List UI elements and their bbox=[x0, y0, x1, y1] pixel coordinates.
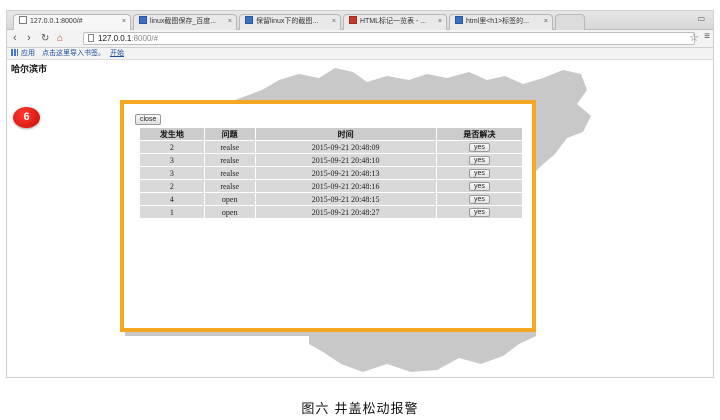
tab-title: HTML标记一览表 - ... bbox=[360, 18, 427, 25]
apps-icon bbox=[11, 49, 18, 56]
page-title: 哈尔滨市 bbox=[11, 64, 48, 74]
baidu-icon bbox=[139, 16, 147, 24]
url-input[interactable]: 127.0.0.1:8000/# bbox=[83, 32, 695, 45]
bookmark-star-icon[interactable]: ☆ bbox=[689, 31, 699, 44]
tab-csdn[interactable]: HTML标记一览表 - ... × bbox=[343, 14, 447, 30]
resolve-yes-button[interactable]: yes bbox=[468, 194, 490, 204]
tab-title: 127.0.0.1:8000/# bbox=[30, 18, 83, 25]
tab-title: linux截图保存_百度... bbox=[150, 18, 217, 25]
resolve-yes-button[interactable]: yes bbox=[468, 207, 490, 217]
resolved-cell: yes bbox=[436, 206, 522, 218]
tab-baidu-1[interactable]: linux截图保存_百度... × bbox=[133, 14, 237, 30]
table-header-row: 发生地 问题 时间 是否解决 bbox=[140, 128, 522, 140]
time-cell: 2015-09-21 20:48:27 bbox=[255, 206, 436, 218]
resolved-cell: yes bbox=[436, 141, 522, 153]
close-button[interactable]: close bbox=[135, 114, 162, 125]
start-link[interactable]: 开始 bbox=[110, 50, 124, 57]
time-cell: 2015-09-21 20:48:16 bbox=[255, 180, 436, 192]
tab-strip: 127.0.0.1:8000/# × linux截图保存_百度... × 保留l… bbox=[7, 11, 713, 30]
page-icon bbox=[19, 16, 27, 24]
import-bookmarks-hint: 点击这里导入书签。 bbox=[41, 50, 105, 57]
alarm-table: 发生地 问题 时间 是否解决 2 realse 2015-09-21 20:48… bbox=[139, 127, 523, 219]
problem-cell: realse bbox=[204, 141, 255, 153]
csdn-icon bbox=[349, 16, 357, 24]
table-row: 1 open 2015-09-21 20:48:27 yes bbox=[140, 206, 522, 218]
place-cell: 4 bbox=[140, 193, 204, 205]
column-header-place: 发生地 bbox=[140, 128, 204, 140]
place-cell: 3 bbox=[140, 167, 204, 179]
column-header-problem: 问题 bbox=[204, 128, 255, 140]
table-row: 2 realse 2015-09-21 20:48:16 yes bbox=[140, 180, 522, 192]
time-cell: 2015-09-21 20:48:13 bbox=[255, 167, 436, 179]
alarm-dialog: close 发生地 问题 时间 是否解决 2 realse 2015-09-21… bbox=[120, 100, 536, 332]
minimize-icon[interactable]: ▭ bbox=[697, 14, 705, 23]
table-row: 3 realse 2015-09-21 20:48:13 yes bbox=[140, 167, 522, 179]
browser-window: 127.0.0.1:8000/# × linux截图保存_百度... × 保留l… bbox=[6, 10, 714, 378]
close-tab-icon[interactable]: × bbox=[544, 15, 548, 29]
reload-icon[interactable]: ↻ bbox=[41, 32, 49, 45]
table-row: 2 realse 2015-09-21 20:48:09 yes bbox=[140, 141, 522, 153]
tab-localhost[interactable]: 127.0.0.1:8000/# × bbox=[13, 14, 131, 30]
resolve-yes-button[interactable]: yes bbox=[468, 168, 490, 178]
baidu-icon bbox=[455, 16, 463, 24]
tab-title: 保留linux下的截图... bbox=[256, 18, 319, 25]
address-bar-row: ‹ › ↻ ⌂ 127.0.0.1:8000/# ☆ ≡ bbox=[7, 30, 713, 48]
resolved-cell: yes bbox=[436, 193, 522, 205]
resolve-yes-button[interactable]: yes bbox=[468, 142, 490, 152]
home-icon[interactable]: ⌂ bbox=[57, 32, 63, 45]
place-cell: 2 bbox=[140, 180, 204, 192]
problem-cell: open bbox=[204, 206, 255, 218]
tab-baidu-2[interactable]: 保留linux下的截图... × bbox=[239, 14, 341, 30]
problem-cell: realse bbox=[204, 180, 255, 192]
menu-icon[interactable]: ≡ bbox=[704, 31, 710, 42]
problem-cell: realse bbox=[204, 167, 255, 179]
baidu-icon bbox=[245, 16, 253, 24]
page-icon bbox=[88, 34, 94, 42]
tab-baidu-3[interactable]: html里<h1>标签的... × bbox=[449, 14, 553, 30]
new-tab-button[interactable] bbox=[555, 14, 585, 30]
resolved-cell: yes bbox=[436, 154, 522, 166]
forward-icon[interactable]: › bbox=[27, 32, 31, 45]
table-row: 3 realse 2015-09-21 20:48:10 yes bbox=[140, 154, 522, 166]
alarm-count-badge[interactable]: 6 bbox=[13, 107, 40, 128]
close-tab-icon[interactable]: × bbox=[438, 15, 442, 29]
time-cell: 2015-09-21 20:48:10 bbox=[255, 154, 436, 166]
resolve-yes-button[interactable]: yes bbox=[468, 181, 490, 191]
close-tab-icon[interactable]: × bbox=[122, 15, 126, 29]
resolved-cell: yes bbox=[436, 167, 522, 179]
tab-title: html里<h1>标签的... bbox=[466, 18, 530, 25]
url-path: :8000/# bbox=[131, 34, 159, 43]
close-tab-icon[interactable]: × bbox=[332, 15, 336, 29]
time-cell: 2015-09-21 20:48:15 bbox=[255, 193, 436, 205]
url-host: 127.0.0.1 bbox=[98, 34, 132, 43]
back-icon[interactable]: ‹ bbox=[13, 32, 17, 45]
apps-link[interactable]: 应用 bbox=[21, 50, 35, 57]
column-header-time: 时间 bbox=[255, 128, 436, 140]
resolved-cell: yes bbox=[436, 180, 522, 192]
place-cell: 1 bbox=[140, 206, 204, 218]
page-content: 哈尔滨市 6 close 发生地 问题 时间 是否解决 2 realse 201… bbox=[7, 60, 713, 377]
bookmarks-bar: 应用 点击这里导入书签。 开始 bbox=[7, 48, 713, 60]
time-cell: 2015-09-21 20:48:09 bbox=[255, 141, 436, 153]
close-tab-icon[interactable]: × bbox=[228, 15, 232, 29]
problem-cell: open bbox=[204, 193, 255, 205]
resolve-yes-button[interactable]: yes bbox=[468, 155, 490, 165]
column-header-resolved: 是否解决 bbox=[436, 128, 522, 140]
place-cell: 2 bbox=[140, 141, 204, 153]
table-row: 4 open 2015-09-21 20:48:15 yes bbox=[140, 193, 522, 205]
place-cell: 3 bbox=[140, 154, 204, 166]
figure-caption: 图六 井盖松动报警 bbox=[301, 402, 419, 417]
problem-cell: realse bbox=[204, 154, 255, 166]
